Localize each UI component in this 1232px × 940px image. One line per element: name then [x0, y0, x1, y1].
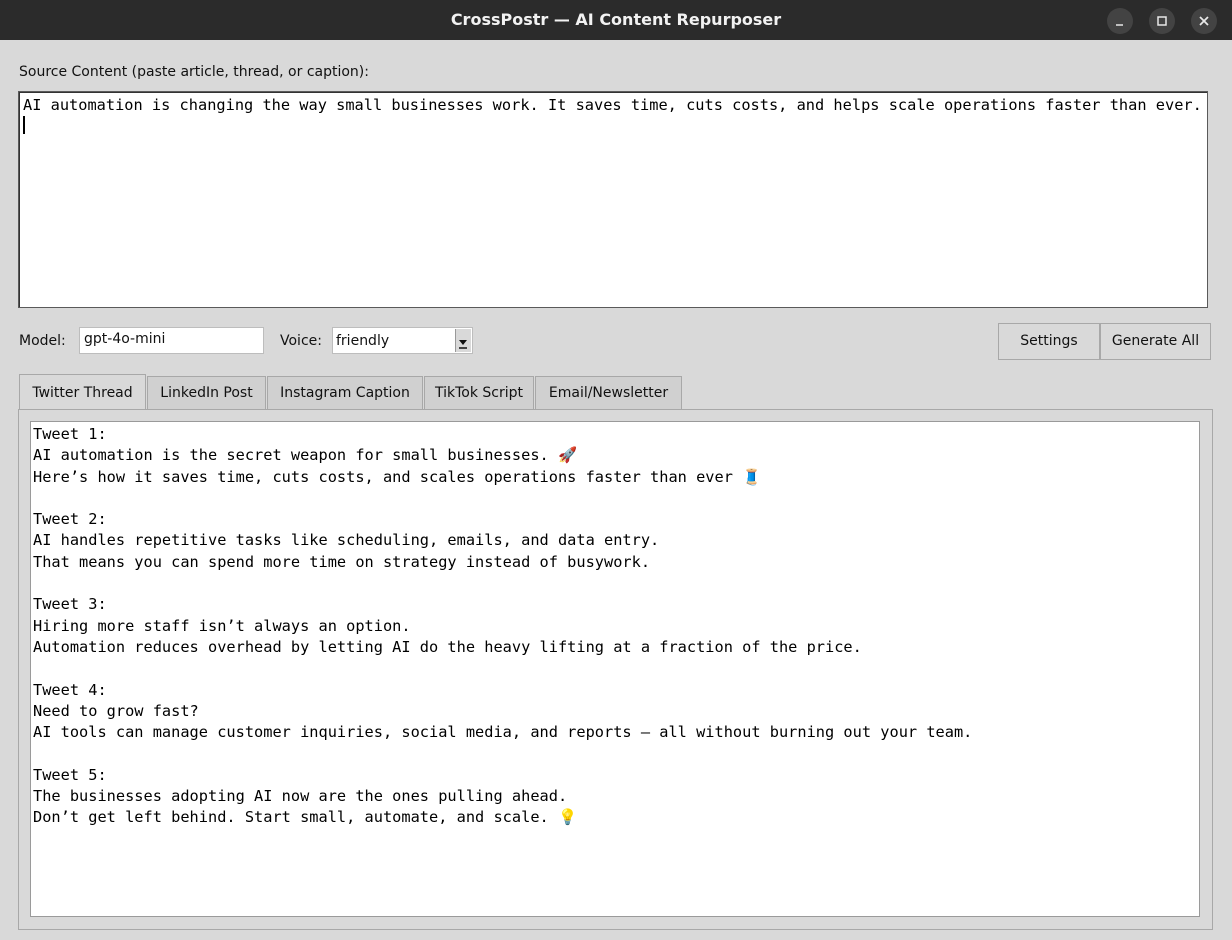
settings-button[interactable]: Settings — [998, 323, 1100, 360]
dropdown-arrow[interactable] — [455, 329, 471, 352]
title-bar[interactable]: CrossPostr — AI Content Repurposer — [0, 0, 1232, 40]
source-content-textarea[interactable]: AI automation is changing the way small … — [18, 91, 1208, 308]
tab-linkedin-post[interactable]: LinkedIn Post — [147, 376, 266, 409]
tab-email-newsletter[interactable]: Email/Newsletter — [535, 376, 682, 409]
app-window: CrossPostr — AI Content Repurposer Sourc… — [0, 0, 1232, 940]
close-button[interactable] — [1191, 8, 1217, 34]
window-bottom-edge — [0, 930, 1232, 940]
minimize-button[interactable] — [1107, 8, 1133, 34]
model-value: gpt-4o-mini — [84, 331, 166, 347]
maximize-icon — [1157, 16, 1167, 26]
tab-tiktok-script[interactable]: TikTok Script — [424, 376, 534, 409]
generate-all-button[interactable]: Generate All — [1100, 323, 1211, 360]
tab-twitter-thread[interactable]: Twitter Thread — [19, 374, 146, 410]
chevron-down-icon — [459, 340, 467, 349]
close-icon — [1199, 16, 1209, 26]
minimize-icon — [1116, 24, 1123, 26]
source-content-label: Source Content (paste article, thread, o… — [19, 64, 369, 80]
maximize-button[interactable] — [1149, 8, 1175, 34]
window-title: CrossPostr — AI Content Repurposer — [450, 10, 782, 29]
model-label: Model: — [19, 333, 66, 349]
voice-value: friendly — [336, 333, 390, 349]
source-content-text: AI automation is changing the way small … — [23, 96, 1202, 114]
text-caret — [23, 116, 25, 134]
voice-dropdown[interactable]: friendly — [332, 327, 473, 354]
model-input[interactable]: gpt-4o-mini — [79, 327, 264, 354]
tab-instagram-caption[interactable]: Instagram Caption — [267, 376, 423, 409]
output-textarea[interactable]: Tweet 1: AI automation is the secret wea… — [30, 421, 1200, 917]
voice-label: Voice: — [280, 333, 322, 349]
